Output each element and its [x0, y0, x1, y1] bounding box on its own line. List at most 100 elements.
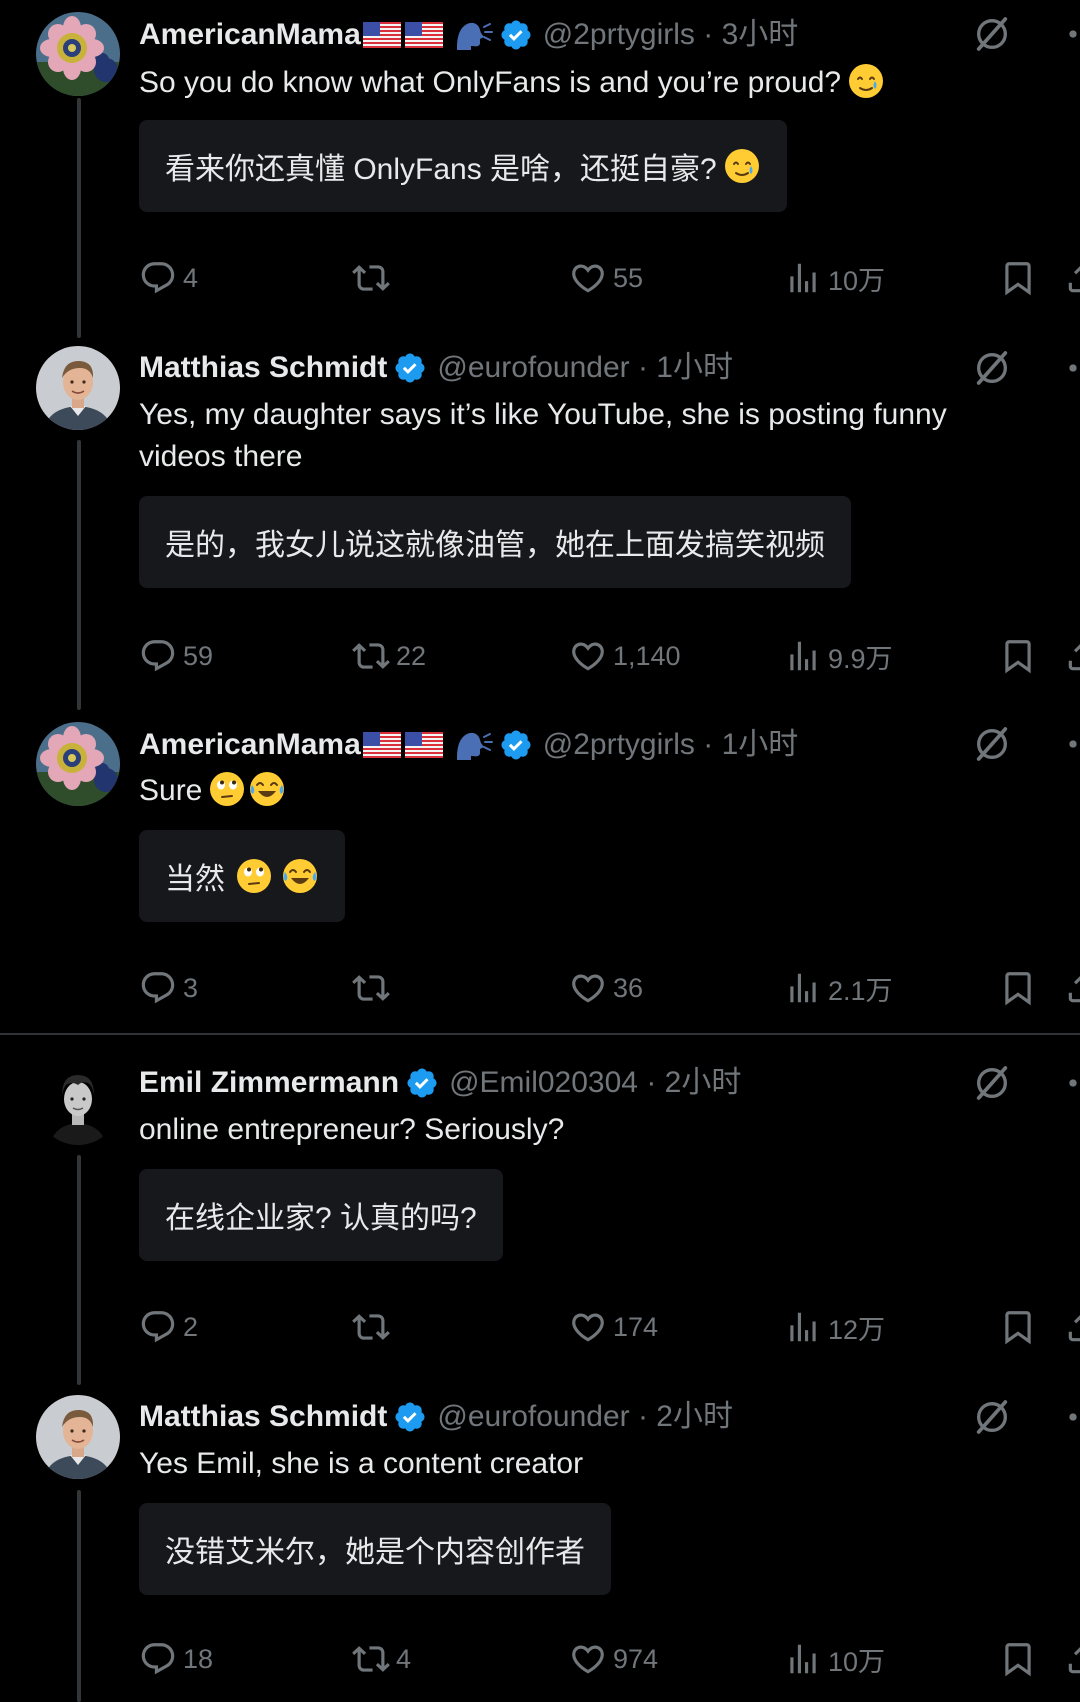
reply-count: 4	[183, 262, 199, 293]
reply-button[interactable]: 2	[139, 1305, 198, 1349]
face-with-rolling-eyes-emoji	[235, 857, 273, 895]
retweet-icon	[352, 969, 390, 1007]
share-button[interactable]	[1064, 634, 1080, 678]
handle[interactable]: @eurofounder	[437, 1400, 629, 1433]
views-button[interactable]: 12万	[784, 1305, 885, 1349]
verified-icon	[393, 351, 427, 385]
more-icon[interactable]	[1066, 14, 1080, 54]
like-count: 974	[613, 1643, 659, 1674]
bookmark-icon	[999, 1640, 1037, 1678]
retweet-button[interactable]: 22	[352, 634, 426, 678]
translation-box: 没错艾米尔，她是个内容创作者	[139, 1503, 611, 1595]
share-icon	[1064, 637, 1080, 675]
timestamp[interactable]: 1小时	[722, 728, 799, 761]
retweet-icon	[352, 1308, 390, 1346]
retweet-button[interactable]	[352, 966, 396, 1010]
share-button[interactable]	[1064, 1305, 1080, 1349]
reply-button[interactable]: 3	[139, 966, 198, 1010]
more-icon[interactable]	[1066, 348, 1080, 388]
tweet-header: Matthias Schmidt @eurofounder · 2小时	[139, 1397, 733, 1437]
retweet-button[interactable]	[352, 1305, 396, 1349]
grok-icon[interactable]	[972, 14, 1012, 54]
action-bar: 3 36 2.1万	[139, 966, 1080, 1010]
timestamp[interactable]: 2小时	[656, 1400, 733, 1433]
tweet-text: Sure	[139, 770, 1019, 812]
tweet-text: Yes Emil, she is a content creator	[139, 1447, 584, 1480]
share-icon	[1064, 259, 1080, 297]
timestamp[interactable]: 2小时	[665, 1066, 742, 1099]
handle[interactable]: @eurofounder	[437, 351, 629, 384]
handle[interactable]: @2prtygirls	[543, 18, 695, 51]
avatar[interactable]	[36, 1395, 120, 1479]
views-button[interactable]: 2.1万	[784, 966, 893, 1010]
display-name[interactable]: AmericanMama	[139, 725, 361, 765]
reply-icon	[139, 1308, 177, 1346]
speak-icon	[453, 728, 493, 762]
translation-box: 当然	[139, 830, 345, 922]
thread-line	[77, 98, 81, 338]
action-bar: 2 174 12万	[139, 1305, 1080, 1349]
translation-text: 是的，我女儿说这就像油管，她在上面发搞笑视频	[165, 529, 825, 562]
grok-icon[interactable]	[972, 1397, 1012, 1437]
bookmark-button[interactable]	[999, 966, 1037, 1010]
display-name[interactable]: Emil Zimmermann	[139, 1063, 399, 1103]
bookmark-icon	[999, 1308, 1037, 1346]
retweet-count: 22	[396, 640, 427, 671]
grok-icon[interactable]	[972, 724, 1012, 764]
display-name[interactable]: Matthias Schmidt	[139, 1397, 387, 1437]
like-button[interactable]: 1,140	[569, 634, 681, 678]
retweet-button[interactable]	[352, 256, 396, 300]
display-name[interactable]: Matthias Schmidt	[139, 348, 387, 388]
reply-timeline: AmericanMama @2prtygirls · 3小时 So you do…	[0, 0, 1080, 1702]
bookmark-button[interactable]	[999, 1637, 1037, 1681]
retweet-icon	[352, 259, 390, 297]
views-button[interactable]: 9.9万	[784, 634, 893, 678]
grok-icon[interactable]	[972, 1063, 1012, 1103]
view-count: 12万	[828, 1314, 886, 1345]
handle[interactable]: @Emil020304	[449, 1066, 638, 1099]
tweet-text: Yes, my daughter says it’s like YouTube,…	[139, 398, 947, 473]
translation-text: 看来你还真懂 OnlyFans 是啥，还挺自豪?	[165, 153, 717, 186]
reply-button[interactable]: 59	[139, 634, 213, 678]
share-button[interactable]	[1064, 256, 1080, 300]
more-icon[interactable]	[1066, 1063, 1080, 1103]
share-icon	[1064, 1640, 1080, 1678]
display-name[interactable]: AmericanMama	[139, 15, 361, 55]
timestamp[interactable]: 1小时	[656, 351, 733, 384]
handle-and-time: @eurofounder · 1小时	[437, 348, 733, 388]
more-icon[interactable]	[1066, 1397, 1080, 1437]
tweet-header: AmericanMama @2prtygirls · 3小时	[139, 15, 798, 55]
reply-button[interactable]: 18	[139, 1637, 213, 1681]
retweet-button[interactable]: 4	[352, 1637, 411, 1681]
like-icon	[569, 637, 607, 675]
avatar[interactable]	[36, 722, 120, 806]
bookmark-button[interactable]	[999, 256, 1037, 300]
tweet-text-content: Sure	[139, 774, 203, 807]
translation-text: 在线企业家? 认真的吗?	[165, 1202, 477, 1235]
avatar[interactable]	[36, 12, 120, 96]
like-button[interactable]: 55	[569, 256, 643, 300]
tweet-header: Matthias Schmidt @eurofounder · 1小时	[139, 348, 733, 388]
views-button[interactable]: 10万	[784, 1637, 885, 1681]
share-button[interactable]	[1064, 1637, 1080, 1681]
like-button[interactable]: 174	[569, 1305, 658, 1349]
grok-icon[interactable]	[972, 348, 1012, 388]
more-icon[interactable]	[1066, 724, 1080, 764]
tweet-header: Emil Zimmermann @Emil020304 · 2小时	[139, 1063, 741, 1103]
bookmark-icon	[999, 637, 1037, 675]
share-button[interactable]	[1064, 966, 1080, 1010]
handle[interactable]: @2prtygirls	[543, 728, 695, 761]
meta-separator: ·	[694, 18, 722, 51]
flag-emojis	[363, 732, 443, 758]
avatar[interactable]	[36, 346, 120, 430]
avatar[interactable]	[36, 1061, 120, 1145]
like-button[interactable]: 36	[569, 966, 643, 1010]
bookmark-button[interactable]	[999, 1305, 1037, 1349]
us-flag-icon	[363, 732, 401, 758]
thread-line	[77, 1490, 81, 1702]
views-button[interactable]: 10万	[784, 256, 885, 300]
timestamp[interactable]: 3小时	[722, 18, 799, 51]
bookmark-button[interactable]	[999, 634, 1037, 678]
reply-button[interactable]: 4	[139, 256, 198, 300]
like-button[interactable]: 974	[569, 1637, 658, 1681]
